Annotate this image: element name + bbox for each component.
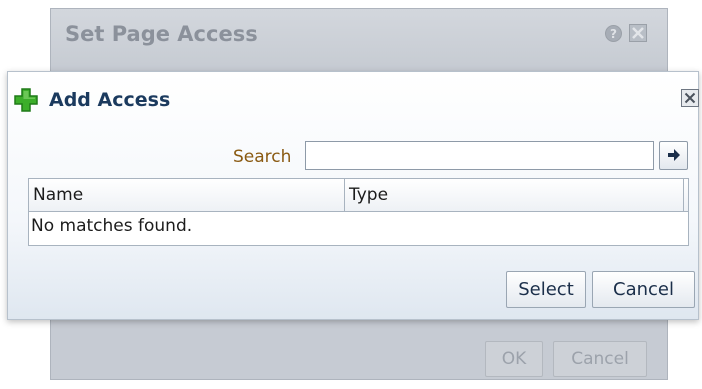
set-page-access-header: Set Page Access ? (51, 9, 667, 65)
table-header: Name Type (29, 179, 688, 212)
close-icon[interactable] (681, 89, 699, 107)
search-go-button[interactable] (659, 141, 688, 170)
close-icon (629, 24, 647, 42)
arrow-right-icon (667, 149, 680, 161)
help-icon: ? (605, 25, 622, 42)
column-header-name[interactable]: Name (29, 179, 345, 211)
add-access-title: Add Access (49, 89, 171, 111)
add-access-dialog: Add Access Search Name Type No matches f… (7, 71, 699, 320)
background-cancel-button: Cancel (553, 341, 647, 377)
empty-results-message: No matches found. (31, 216, 193, 236)
plus-icon (13, 87, 39, 113)
search-label: Search (233, 147, 292, 167)
column-header-type[interactable]: Type (345, 179, 684, 211)
results-table: Name Type No matches found. (28, 178, 689, 246)
background-ok-button: OK (485, 341, 543, 377)
set-page-access-title: Set Page Access (65, 22, 258, 46)
select-button[interactable]: Select (506, 271, 586, 308)
search-input[interactable] (305, 141, 654, 170)
cancel-button[interactable]: Cancel (592, 271, 695, 308)
add-access-header: Add Access (8, 72, 699, 124)
